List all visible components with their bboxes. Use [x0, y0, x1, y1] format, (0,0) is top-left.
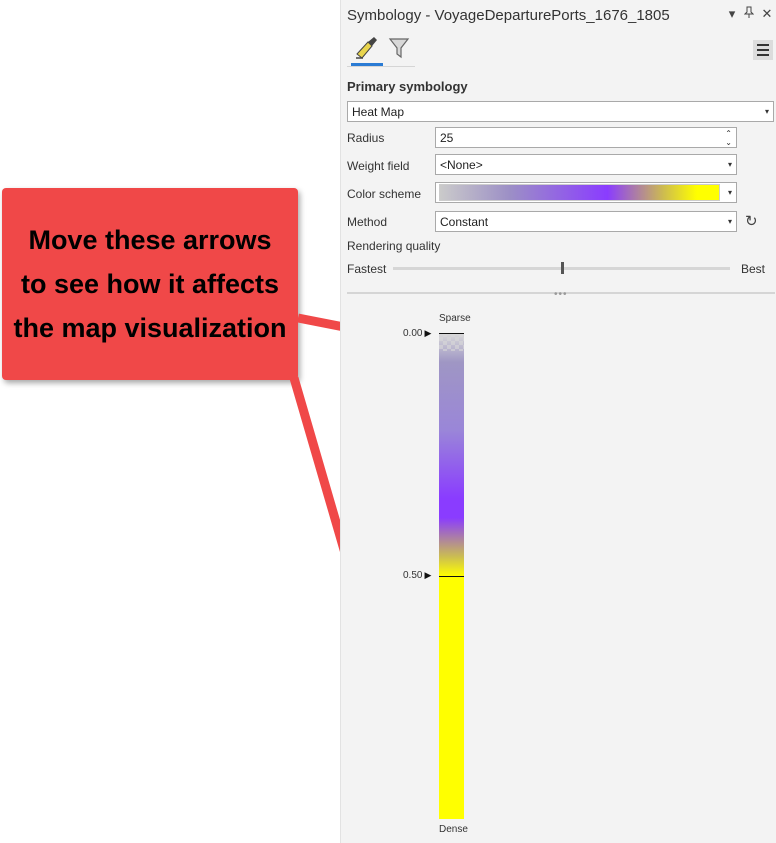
chevron-down-icon: ▾	[727, 160, 732, 169]
weight-field-label: Weight field	[347, 159, 410, 173]
radius-stepper[interactable]: 25 ⌃ ⌄	[435, 127, 737, 148]
stop-label: 0.50	[403, 570, 423, 581]
ramp-bottom-label: Dense	[439, 824, 468, 835]
ramp-top-label: Sparse	[439, 313, 471, 324]
menu-button[interactable]	[753, 40, 773, 60]
weight-field-value: <None>	[440, 157, 483, 172]
method-value: Constant	[440, 214, 489, 229]
funnel-icon	[388, 38, 410, 59]
paintbrush-icon	[356, 37, 377, 59]
stop-1[interactable]: 0.50 ▶	[403, 570, 431, 581]
chevron-down-icon: ▾	[727, 217, 732, 226]
tab-divider	[347, 66, 415, 67]
spin-buttons[interactable]: ⌃ ⌄	[725, 129, 732, 147]
menu-bar	[757, 44, 769, 46]
section-title: Primary symbology	[347, 79, 468, 94]
stop-line	[439, 576, 464, 577]
splitter-grip-icon[interactable]: •••	[554, 289, 568, 300]
renderer-value: Heat Map	[352, 104, 405, 119]
transparency-checker	[439, 333, 464, 351]
quality-slider-thumb[interactable]	[561, 262, 564, 274]
chevron-down-icon: ▾	[727, 188, 732, 197]
close-button[interactable]: ✕	[760, 6, 774, 22]
stop-0[interactable]: 0.00 ▶	[403, 328, 431, 339]
menu-bar	[757, 49, 769, 51]
tab-vary-symbology[interactable]	[384, 32, 414, 64]
chevron-down-icon: ▾	[764, 107, 769, 116]
renderer-dropdown[interactable]: Heat Map ▾	[347, 101, 774, 122]
color-ramp-preview	[439, 184, 720, 201]
quality-max-label: Best	[741, 262, 766, 276]
stop-handle-icon[interactable]: ▶	[424, 570, 431, 581]
method-label: Method	[347, 215, 388, 229]
method-dropdown[interactable]: Constant ▾	[435, 211, 737, 232]
radius-value: 25	[440, 130, 454, 145]
pane-options-button[interactable]: ▾	[725, 6, 739, 22]
pin-icon	[743, 6, 755, 18]
chevron-up-icon[interactable]: ⌃	[725, 129, 732, 138]
stop-line	[439, 333, 464, 334]
stop-label: 0.00	[403, 328, 423, 339]
rendering-quality-label: Rendering quality	[347, 239, 441, 253]
refresh-icon[interactable]: ↻	[745, 212, 758, 230]
symbology-pane: Symbology - VoyageDeparturePorts_1676_18…	[340, 0, 776, 843]
pin-button[interactable]	[742, 6, 756, 21]
pane-title: Symbology - VoyageDeparturePorts_1676_18…	[347, 7, 670, 24]
active-tab-indicator	[351, 63, 383, 66]
color-scheme-label: Color scheme	[347, 187, 422, 201]
chevron-down-icon[interactable]: ⌄	[725, 138, 732, 147]
radius-label: Radius	[347, 131, 385, 145]
menu-bar	[757, 54, 769, 56]
stop-handle-icon[interactable]: ▶	[424, 328, 431, 339]
quality-min-label: Fastest	[347, 262, 387, 276]
tab-primary-symbology[interactable]	[351, 32, 381, 64]
weight-field-dropdown[interactable]: <None> ▾	[435, 154, 737, 175]
color-scheme-dropdown[interactable]: ▾	[435, 182, 737, 203]
